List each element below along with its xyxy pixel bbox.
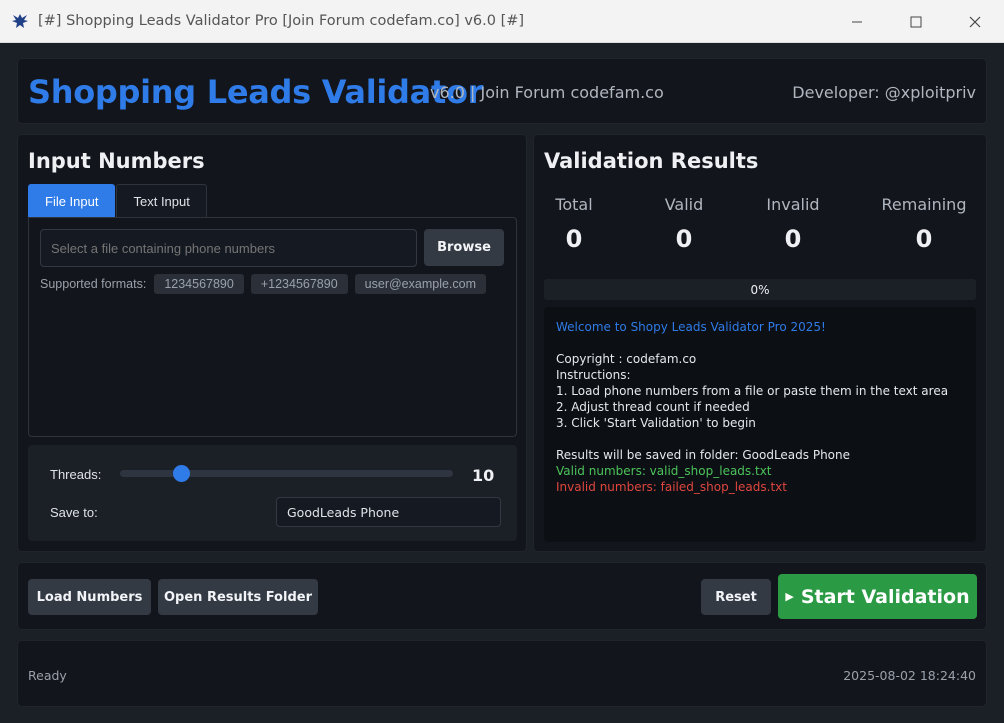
log-line: Results will be saved in folder: GoodLea… [556, 448, 851, 462]
formats-label: Supported formats: [40, 277, 147, 291]
threads-value: 10 [472, 466, 495, 485]
log-line: Invalid numbers: failed_shop_leads.txt [556, 480, 787, 494]
stat-total: Total 0 [519, 195, 629, 253]
reset-button[interactable]: Reset [701, 579, 771, 615]
status-text: Ready [28, 668, 67, 683]
open-results-folder-button[interactable]: Open Results Folder [158, 579, 318, 615]
stat-invalid: Invalid 0 [738, 195, 848, 253]
progress-bar: 0% [544, 279, 976, 300]
window-titlebar[interactable]: [#] Shopping Leads Validator Pro [Join F… [0, 0, 1004, 43]
tab-text-input[interactable]: Text Input [116, 184, 207, 217]
progress-text: 0% [750, 282, 770, 297]
stat-value: 0 [915, 225, 933, 253]
supported-formats: Supported formats: 1234567890 +123456789… [40, 274, 493, 294]
stat-value: 0 [565, 225, 583, 253]
start-validation-label: Start Validation [800, 585, 970, 608]
input-section-title: Input Numbers [28, 149, 205, 173]
file-path-input[interactable] [40, 229, 417, 267]
results-section-title: Validation Results [544, 149, 759, 173]
log-line: Valid numbers: valid_shop_leads.txt [556, 464, 772, 478]
log-line: Copyright : codefam.co [556, 352, 697, 366]
results-panel: Validation Results Total 0 Valid 0 Inval… [533, 134, 987, 552]
stat-label: Total [555, 195, 593, 214]
browse-button[interactable]: Browse [424, 229, 504, 266]
stat-value: 0 [784, 225, 802, 253]
play-icon: ▶ [785, 590, 794, 603]
minimize-button[interactable] [827, 0, 886, 43]
stat-remaining: Remaining 0 [869, 195, 979, 253]
tab-file-input[interactable]: File Input [28, 184, 116, 217]
status-timestamp: 2025-08-02 18:24:40 [843, 668, 976, 683]
log-line: Instructions: [556, 368, 631, 382]
developer-label: Developer: @xploitpriv [792, 83, 976, 102]
window-title: [#] Shopping Leads Validator Pro [Join F… [38, 13, 525, 29]
stats-row: Total 0 Valid 0 Invalid 0 Remaining 0 [534, 195, 988, 265]
log-line: 3. Click 'Start Validation' to begin [556, 416, 756, 430]
file-input-tab-body: Browse Supported formats: 1234567890 +12… [28, 217, 517, 437]
version-label: v6.0 | Join Forum codefam.co [430, 83, 664, 102]
format-chip: user@example.com [354, 274, 487, 294]
input-tabs: File Input Text Input [28, 184, 208, 217]
format-chip: 1234567890 [154, 274, 244, 294]
threads-slider[interactable] [120, 465, 453, 482]
log-line: Welcome to Shopy Leads Validator Pro 202… [556, 320, 826, 334]
log-line: 1. Load phone numbers from a file or pas… [556, 384, 949, 398]
close-icon [969, 16, 980, 27]
save-folder-input[interactable] [276, 497, 501, 527]
action-bar: Load Numbers Open Results Folder Reset ▶… [17, 562, 987, 630]
stat-label: Invalid [766, 195, 820, 214]
start-validation-button[interactable]: ▶ Start Validation [778, 574, 977, 619]
close-button[interactable] [945, 0, 1004, 43]
minimize-icon [851, 21, 862, 22]
status-bar: Ready 2025-08-02 18:24:40 [17, 640, 987, 707]
eagle-logo-icon [12, 14, 28, 28]
input-panel: Input Numbers File Input Text Input Brow… [17, 134, 527, 552]
threads-label: Threads: [50, 467, 102, 482]
header-panel: Shopping Leads Validator v6.0 | Join For… [17, 58, 987, 124]
app-title: Shopping Leads Validator [28, 73, 484, 111]
stat-label: Valid [664, 195, 704, 214]
threads-slider-thumb[interactable] [172, 465, 190, 482]
load-numbers-button[interactable]: Load Numbers [28, 579, 151, 615]
format-chip: +1234567890 [250, 274, 348, 294]
maximize-icon [910, 16, 921, 27]
save-to-label: Save to: [50, 505, 98, 520]
maximize-button[interactable] [886, 0, 945, 43]
log-output[interactable]: Welcome to Shopy Leads Validator Pro 202… [544, 307, 976, 542]
stat-value: 0 [675, 225, 693, 253]
stat-valid: Valid 0 [629, 195, 739, 253]
settings-box: Threads: 10 Save to: [28, 445, 517, 541]
log-line: 2. Adjust thread count if needed [556, 400, 750, 414]
stat-label: Remaining [881, 195, 967, 214]
